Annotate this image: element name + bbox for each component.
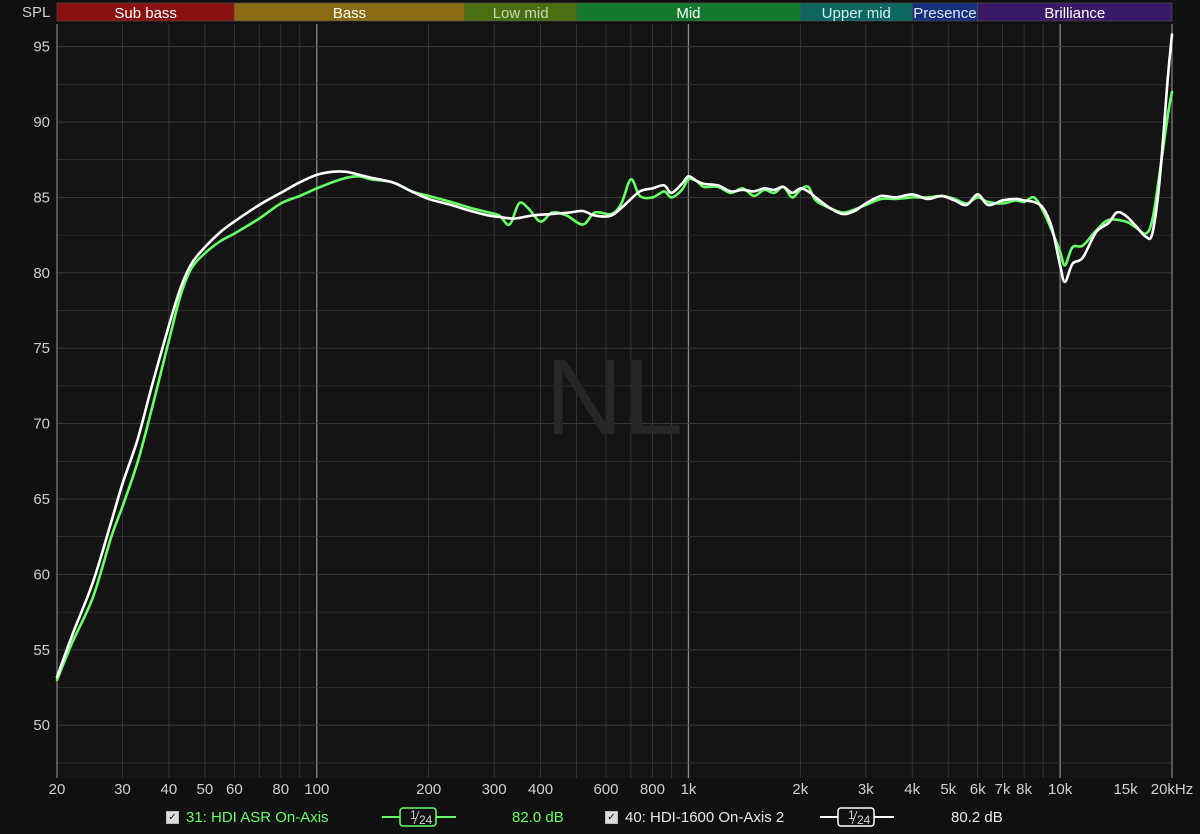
- frequency-bands: Sub bass Bass Low mid Mid Upper mid Presence B…: [56, 2, 1173, 22]
- series-2-checkbox[interactable]: ✓: [605, 810, 618, 824]
- band-label-2: Low mid: [493, 5, 549, 22]
- series-2-smoothing-indicator[interactable]: 1 24: [820, 805, 894, 829]
- series-1-level-value: 82.0 dB: [512, 808, 564, 826]
- series-2-smoothing-den: 24: [857, 813, 871, 827]
- band-label-5: Presence: [913, 5, 976, 22]
- series-2-level: 80.2 dB: [951, 806, 1003, 828]
- x-tick-label: 2k: [792, 781, 808, 798]
- series-1-checkbox[interactable]: ✓: [166, 810, 179, 824]
- band-label-1: Bass: [333, 5, 366, 22]
- x-tick-label: 20kHz: [1151, 781, 1194, 798]
- x-tick-label: 40: [161, 781, 178, 798]
- y-tick-label: 90: [33, 114, 50, 131]
- x-tick-label: 7k: [995, 781, 1011, 798]
- series-1-smoothing-indicator[interactable]: 1 24: [382, 805, 456, 829]
- x-tick-label: 5k: [940, 781, 956, 798]
- band-label-0: Sub bass: [114, 5, 177, 22]
- x-tick-label: 1k: [681, 781, 697, 798]
- y-axis-ticks: 50 55 60 65 70 75 80 85 90 95: [33, 39, 50, 735]
- x-tick-label: 20: [49, 781, 66, 798]
- x-tick-label: 50: [197, 781, 214, 798]
- x-tick-label: 8k: [1016, 781, 1032, 798]
- x-tick-label: 800: [640, 781, 665, 798]
- y-tick-label: 55: [33, 642, 50, 659]
- y-tick-label: 85: [33, 189, 50, 206]
- y-axis-label: SPL: [22, 4, 50, 21]
- band-label-6: Brilliance: [1044, 5, 1105, 22]
- series-1-level: 82.0 dB: [512, 806, 564, 828]
- frequency-response-chart: Sub bass Bass Low mid Mid Upper mid Presence B…: [22, 2, 1194, 798]
- x-tick-label: 400: [528, 781, 553, 798]
- series-1-smoothing-den: 24: [419, 813, 433, 827]
- y-tick-label: 65: [33, 491, 50, 508]
- series-2-level-value: 80.2 dB: [951, 808, 1003, 826]
- x-tick-label: 15k: [1113, 781, 1138, 798]
- x-tick-label: 30: [114, 781, 131, 798]
- y-tick-label: 80: [33, 265, 50, 282]
- x-tick-label: 60: [226, 781, 243, 798]
- y-tick-label: 75: [33, 340, 50, 357]
- series-1-label[interactable]: 31: HDI ASR On-Axis: [186, 809, 329, 826]
- legend-entry-2[interactable]: ✓ 40: HDI-1600 On-Axis 2: [605, 806, 784, 828]
- x-tick-label: 300: [482, 781, 507, 798]
- y-tick-label: 95: [33, 39, 50, 56]
- y-tick-label: 50: [33, 717, 50, 734]
- x-tick-label: 3k: [858, 781, 874, 798]
- legend-entry-1[interactable]: ✓ 31: HDI ASR On-Axis: [166, 806, 329, 828]
- x-tick-label: 80: [272, 781, 289, 798]
- series-2-label[interactable]: 40: HDI-1600 On-Axis 2: [625, 809, 784, 826]
- band-label-4: Upper mid: [822, 5, 891, 22]
- band-label-3: Mid: [676, 5, 700, 22]
- x-tick-label: 6k: [970, 781, 986, 798]
- y-tick-label: 70: [33, 416, 50, 433]
- x-tick-label: 4k: [904, 781, 920, 798]
- watermark-text: NL: [545, 336, 683, 457]
- x-tick-label: 200: [416, 781, 441, 798]
- x-tick-label: 100: [304, 781, 329, 798]
- x-tick-label: 10k: [1048, 781, 1073, 798]
- x-tick-label: 600: [593, 781, 618, 798]
- y-tick-label: 60: [33, 566, 50, 583]
- x-axis-ticks: 20 30 40 50 60 80 100 200 300 400 600 800 1k 2k 3k 4k 5k…: [49, 781, 1194, 798]
